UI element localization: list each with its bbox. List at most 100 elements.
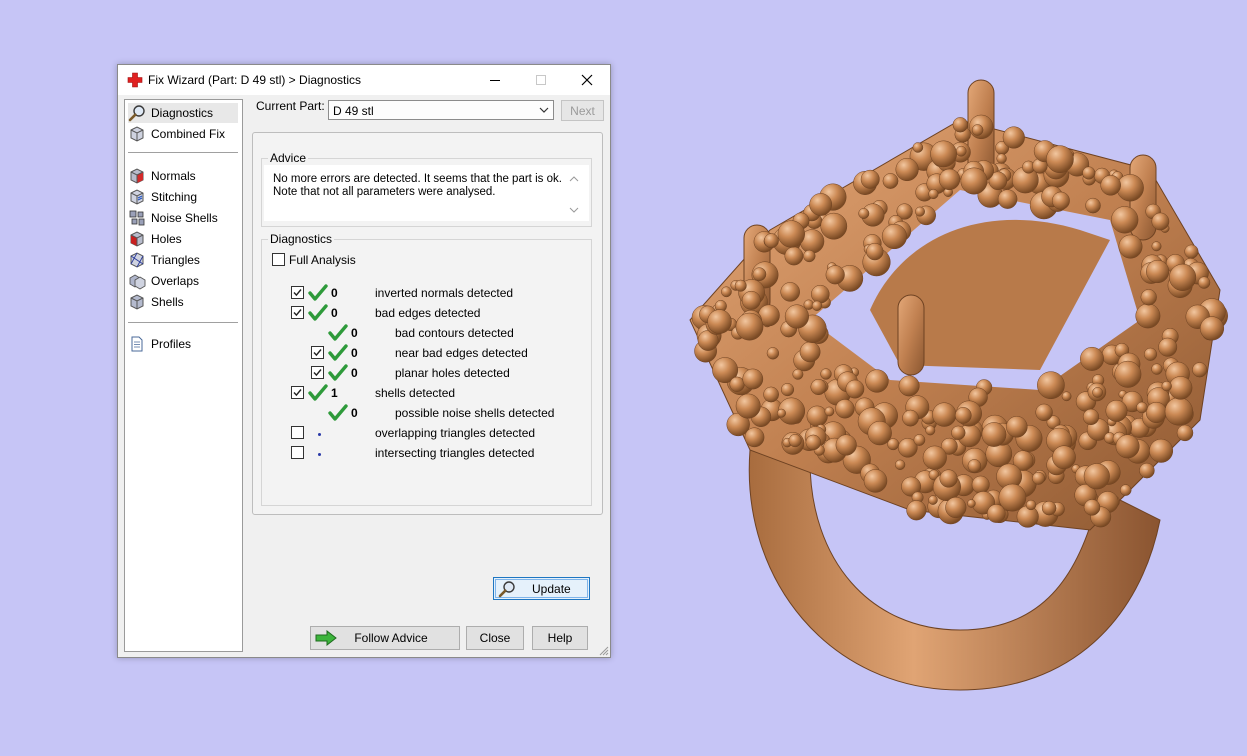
sidebar-item-overlaps[interactable]: Overlaps [128, 271, 238, 291]
diagnostic-checkbox[interactable] [291, 386, 304, 399]
ring-bead [744, 427, 765, 448]
wizard-sidebar: Diagnostics Combined Fix Normals Stitchi… [124, 99, 243, 652]
ring-bead [742, 368, 764, 390]
sidebar-divider [128, 322, 238, 323]
diagnostic-checkbox[interactable] [311, 366, 324, 379]
holes-cube-icon [130, 231, 144, 247]
sidebar-item-normals[interactable]: Normals [128, 166, 238, 186]
diagnostic-label: bad edges detected [375, 306, 481, 320]
diagnostic-checkbox[interactable] [311, 346, 324, 359]
ring-bead [1111, 206, 1139, 234]
ring-bead [960, 167, 988, 195]
sidebar-item-diagnostics[interactable]: Diagnostics [128, 103, 238, 123]
diagnostic-checkbox[interactable] [291, 446, 304, 459]
ring-bead [811, 284, 830, 304]
ring-bead [1061, 391, 1072, 402]
diagnostic-count: 0 [351, 406, 358, 420]
ring-bead [1092, 387, 1103, 398]
ring-bead [863, 469, 888, 493]
not-analysed-dot-icon [318, 453, 321, 456]
close-window-button[interactable] [564, 65, 610, 95]
ring-bead [930, 140, 957, 168]
ring-bead [1168, 376, 1193, 400]
ring-bead [1197, 276, 1211, 289]
diagnostic-checkbox[interactable] [291, 426, 304, 439]
shells-icon [130, 294, 144, 310]
ring-bead [1002, 126, 1025, 149]
scroll-down-icon[interactable] [569, 206, 579, 214]
sidebar-item-holes[interactable]: Holes [128, 229, 238, 249]
diagnostic-checkbox[interactable] [291, 286, 304, 299]
ring-bead [967, 499, 976, 508]
minimize-icon [490, 80, 500, 81]
diagnostic-checkbox[interactable] [291, 306, 304, 319]
full-analysis-checkbox[interactable] [272, 253, 285, 266]
ring-bead [939, 469, 958, 488]
ring-bead [805, 434, 822, 451]
follow-advice-label: Follow Advice [354, 631, 428, 645]
ring-bead [780, 282, 800, 302]
ring-bead [1151, 241, 1162, 252]
ring-bead [928, 188, 939, 200]
current-part-value: D 49 stl [333, 104, 374, 118]
close-button[interactable]: Close [466, 626, 524, 650]
diagnostic-row: 0 inverted normals detected [262, 284, 582, 302]
sidebar-item-shells[interactable]: Shells [128, 292, 238, 312]
ring-bead [1116, 174, 1144, 202]
normals-cube-icon [130, 168, 144, 184]
ring-bead [898, 375, 920, 397]
current-part-label: Current Part: [256, 99, 325, 113]
green-arrow-right-icon [315, 630, 337, 646]
sidebar-item-profiles[interactable]: Profiles [128, 334, 238, 354]
green-check-icon [308, 284, 328, 301]
help-button[interactable]: Help [532, 626, 588, 650]
sidebar-item-label: Noise Shells [151, 211, 218, 225]
ring-bead [951, 425, 966, 440]
minimize-button[interactable] [472, 65, 518, 95]
follow-advice-button[interactable]: Follow Advice [310, 626, 460, 650]
update-button[interactable]: Update [493, 577, 590, 600]
next-button[interactable]: Next [561, 100, 604, 121]
advice-title: Advice [268, 151, 309, 165]
window-title: Fix Wizard (Part: D 49 stl) > Diagnostic… [148, 73, 362, 87]
ring-bead [752, 267, 767, 282]
ring-model-render[interactable] [660, 60, 1240, 710]
title-bar[interactable]: Fix Wizard (Part: D 49 stl) > Diagnostic… [118, 65, 610, 95]
ring-bead [735, 312, 764, 341]
ring-bead [721, 286, 732, 298]
maximize-icon [536, 75, 546, 85]
sidebar-item-combined-fix[interactable]: Combined Fix [128, 124, 238, 144]
ring-bead [734, 279, 747, 292]
diagnostic-label: bad contours detected [395, 326, 514, 340]
scroll-up-icon[interactable] [569, 175, 579, 183]
update-button-label: Update [532, 582, 571, 596]
ring-bead [1115, 434, 1140, 459]
diagnostic-row: 0 near bad edges detected [262, 344, 582, 362]
diagnostics-group: Diagnostics Full Analysis 0 inverted norm… [261, 232, 592, 600]
ring-bead [825, 265, 845, 285]
sidebar-item-label: Stitching [151, 190, 198, 204]
current-part-select[interactable]: D 49 stl [328, 100, 554, 120]
diagnostic-label: shells detected [375, 386, 456, 400]
sidebar-item-label: Profiles [151, 337, 192, 351]
magnifier-icon [498, 581, 515, 598]
ring-bead [824, 406, 835, 417]
sidebar-item-label: Shells [151, 295, 184, 309]
ring-bead [915, 206, 925, 217]
sidebar-item-stitching[interactable]: Stitching [128, 187, 238, 207]
ring-bead [998, 483, 1027, 512]
resize-grip-icon[interactable] [599, 646, 609, 656]
ring-bead [820, 368, 832, 380]
maximize-button[interactable] [518, 65, 564, 95]
ring-bead [996, 153, 1007, 164]
cube-icon [130, 126, 144, 142]
ring-bead [1184, 244, 1199, 259]
sidebar-item-noise-shells[interactable]: Noise Shells [128, 208, 238, 228]
sidebar-item-triangles[interactable]: Triangles [128, 250, 238, 270]
ring-bead [971, 124, 984, 136]
ring-bead [1176, 424, 1194, 442]
ring-bead [997, 189, 1018, 209]
diagnostic-label: possible noise shells detected [395, 406, 555, 420]
ring-bead [803, 249, 816, 263]
ring-bead [1199, 316, 1225, 341]
